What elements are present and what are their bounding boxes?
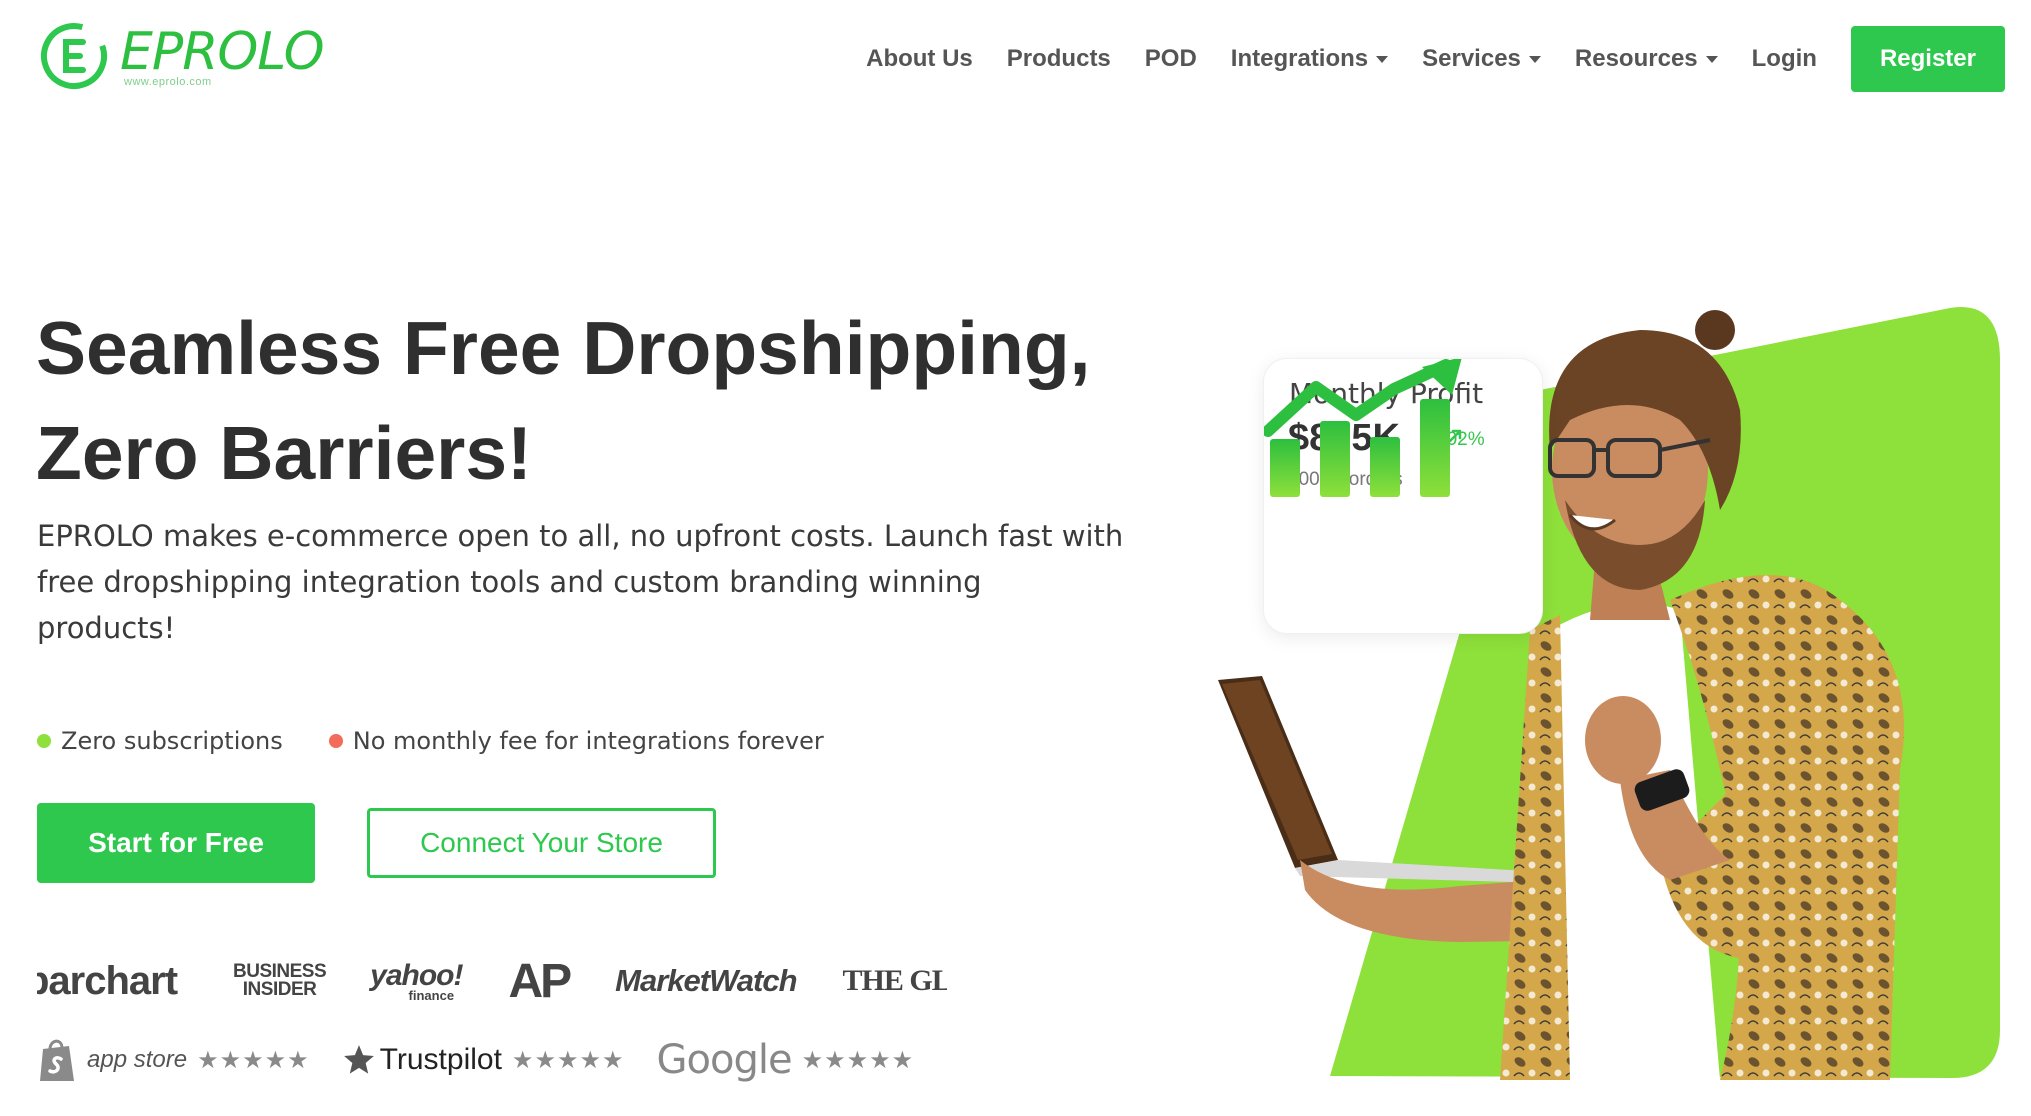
yahoo-wordmark: yahoo! xyxy=(370,958,463,992)
hero-description: EPROLO makes e-commerce open to all, no … xyxy=(37,519,1124,645)
hero-title-line1: Seamless Free Dropshipping, xyxy=(36,306,1091,390)
nav-about-us[interactable]: About Us xyxy=(866,45,973,73)
trustpilot-star-icon xyxy=(343,1045,374,1074)
nav-products-label: Products xyxy=(1006,45,1111,72)
nav-products[interactable]: Products xyxy=(1007,45,1111,73)
nav-services-label: Services xyxy=(1422,45,1521,72)
nav-integrations-label: Integrations xyxy=(1230,45,1369,72)
marketwatch-logo: MarketWatch xyxy=(615,963,797,998)
hero-title-line2: Zero Barriers! xyxy=(36,411,533,495)
nav-login[interactable]: Login xyxy=(1752,45,1817,73)
review-platform-label: Trustpilot xyxy=(379,1043,502,1076)
review-trustpilot: Trustpilot ★★★★★ xyxy=(342,1043,625,1077)
review-shopify-app-store: app store ★★★★★ xyxy=(37,1037,310,1083)
star-rating: ★★★★★ xyxy=(801,1046,915,1074)
caret-down-icon xyxy=(1528,55,1541,63)
business-insider-line2: INSIDER xyxy=(242,979,317,1000)
nav-resources-label: Resources xyxy=(1574,45,1698,72)
feature-item: Zero subscriptions xyxy=(37,727,283,755)
feature-label: Zero subscriptions xyxy=(61,727,283,755)
the-globe-logo: THE GLOBE xyxy=(842,964,947,997)
logo-name: EPROLO xyxy=(120,22,325,82)
start-for-free-button[interactable]: Start for Free xyxy=(37,803,315,883)
eprolo-logo-mark-icon xyxy=(41,23,107,89)
star-rating: ★★★★★ xyxy=(197,1046,310,1074)
shopify-bag-icon xyxy=(40,1039,74,1081)
yahoo-finance-logo: yahoo! finance xyxy=(370,958,463,1002)
logo-url: www.eprolo.com xyxy=(124,76,212,88)
register-button[interactable]: Register xyxy=(1850,26,2005,92)
review-google: Google ★★★★★ xyxy=(657,1037,915,1083)
nav-integrations[interactable]: Integrations xyxy=(1230,45,1389,73)
ap-logo: AP xyxy=(508,954,572,1008)
hair-bun xyxy=(1695,310,1735,350)
star-rating: ★★★★★ xyxy=(511,1046,625,1074)
feature-dot xyxy=(37,734,51,748)
google-wordmark: Google xyxy=(656,1037,793,1083)
connect-your-store-button[interactable]: Connect Your Store xyxy=(367,808,716,878)
review-ratings: app store ★★★★★ Trustpilot ★★★★★ Google … xyxy=(37,1030,946,1090)
nav-services[interactable]: Services xyxy=(1422,45,1541,73)
hero-title: Seamless Free Dropshipping, Zero Barrier… xyxy=(36,296,1156,506)
feature-item: No monthly fee for integrations forever xyxy=(328,727,824,755)
feature-dot xyxy=(328,734,343,748)
logo-wordmark: EPROLO www.eprolo.com xyxy=(120,20,330,92)
main-nav: About Us Products POD Integrations Servi… xyxy=(832,26,2005,92)
nav-login-label: Login xyxy=(1751,45,1817,72)
caret-down-icon xyxy=(1376,55,1389,63)
nav-resources[interactable]: Resources xyxy=(1575,45,1718,73)
nav-about-us-label: About Us xyxy=(866,45,973,72)
barchart-logo: barchart xyxy=(37,958,178,1003)
feature-label: No monthly fee for integrations forever xyxy=(352,727,824,755)
eprolo-logo[interactable]: EPROLO www.eprolo.com xyxy=(38,16,338,96)
caret-down-icon xyxy=(1705,55,1718,63)
growth-chart-icon xyxy=(1264,359,1462,497)
business-insider-logo: BUSINESS INSIDER xyxy=(233,962,327,1000)
review-platform-label: app store xyxy=(87,1046,188,1073)
feature-list: Zero subscriptions No monthly fee for in… xyxy=(37,727,870,755)
monthly-profit-card: Monthly Profit $875K 102% 100K+ orders xyxy=(1263,358,1543,634)
fist xyxy=(1585,696,1661,784)
press-logos: barchart BUSINESS INSIDER yahoo! finance… xyxy=(37,950,947,1012)
nav-pod[interactable]: POD xyxy=(1145,45,1197,73)
hero-illustration: Monthly Profit $875K 102% 100K+ orders xyxy=(1200,300,2010,1080)
nav-pod-label: POD xyxy=(1144,45,1197,72)
